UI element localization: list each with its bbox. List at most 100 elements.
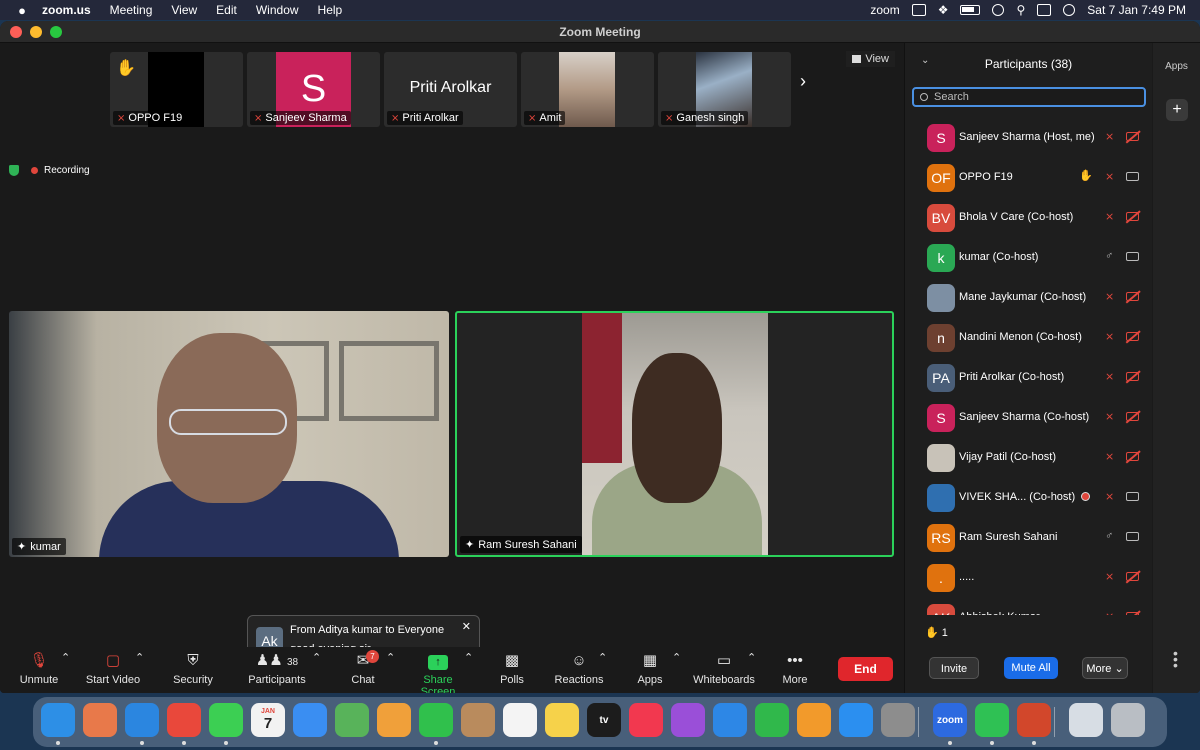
participant-row[interactable]: ...... ⨯ <box>905 558 1153 598</box>
video-icon[interactable] <box>1126 172 1139 181</box>
participant-row[interactable]: AK Abhishek Kumar ⨯ <box>905 598 1153 615</box>
mail-icon[interactable] <box>293 703 327 737</box>
mic-muted-icon[interactable]: ⨯ <box>1105 490 1114 503</box>
add-app-button[interactable]: + <box>1166 99 1188 121</box>
menu-help[interactable]: Help <box>318 3 343 17</box>
thumbnail-tile[interactable]: S ⨯ Sanjeev Sharma <box>247 52 380 127</box>
calendar-icon[interactable]: JAN 7 <box>251 703 285 737</box>
recording-indicator[interactable]: Recording <box>9 165 90 176</box>
video-icon[interactable] <box>1126 492 1139 501</box>
menu-meeting[interactable]: Meeting <box>110 3 153 17</box>
participants-button[interactable]: ♟♟ 38 Participants <box>246 651 308 686</box>
safari-icon[interactable] <box>125 703 159 737</box>
chat-options-caret[interactable]: ⌃ <box>386 651 395 664</box>
participant-row[interactable]: n Nandini Menon (Co-host) ⨯ <box>905 318 1153 358</box>
thumbnail-tile[interactable]: Priti Arolkar ⨯ Priti Arolkar <box>384 52 517 127</box>
apps-options-caret[interactable]: ⌃ <box>672 651 681 664</box>
reactions-options-caret[interactable]: ⌃ <box>598 651 607 664</box>
apple-icon[interactable]: ● <box>14 3 30 18</box>
music-icon[interactable] <box>629 703 663 737</box>
control-center-icon[interactable] <box>1037 4 1052 16</box>
video-off-icon[interactable] <box>1126 332 1139 341</box>
menu-view[interactable]: View <box>171 3 197 17</box>
thumbnail-tile[interactable]: ✋ ⨯ OPPO F19 <box>110 52 243 127</box>
notes-icon[interactable] <box>545 703 579 737</box>
participant-row[interactable]: VIVEK SHA... (Co-host) ⨯ <box>905 478 1153 518</box>
video-off-icon[interactable] <box>1126 292 1139 301</box>
participant-row[interactable]: k kumar (Co-host) ♂ <box>905 238 1153 278</box>
mic-muted-icon[interactable]: ⨯ <box>1105 170 1114 183</box>
share-options-caret[interactable]: ⌃ <box>464 651 473 664</box>
participant-row[interactable]: OF OPPO F19 ✋ ⨯ <box>905 158 1153 198</box>
thumbnail-tile[interactable]: ⨯ Ganesh singh <box>658 52 791 127</box>
numbers-icon[interactable] <box>755 703 789 737</box>
video-off-icon[interactable] <box>1126 372 1139 381</box>
video-off-icon[interactable] <box>1126 132 1139 141</box>
unmute-button[interactable]: 🎙 Unmute <box>18 651 60 686</box>
menu-zoom-status[interactable]: zoom <box>870 3 899 17</box>
apps-tab[interactable]: Apps <box>1153 61 1200 72</box>
close-icon[interactable]: ✕ <box>462 620 471 633</box>
wifi-icon[interactable] <box>992 4 1005 16</box>
whiteboards-options-caret[interactable]: ⌃ <box>747 651 756 664</box>
video-options-caret[interactable]: ⌃ <box>135 651 144 664</box>
finder-icon[interactable] <box>41 703 75 737</box>
participant-list[interactable]: S Sanjeev Sharma (Host, me) ⨯ OF OPPO F19 ✋ ⨯ B… <box>905 118 1153 615</box>
participant-row[interactable]: Mane Jaykumar (Co-host) ⨯ <box>905 278 1153 318</box>
siri-icon[interactable] <box>1063 4 1076 16</box>
vertical-more-icon[interactable]: • • • <box>1173 646 1178 672</box>
bluetooth-icon[interactable]: ❖ <box>938 3 949 17</box>
video-icon[interactable] <box>1126 252 1139 261</box>
apps-button[interactable]: ▦ Apps <box>634 651 666 686</box>
podcasts-icon[interactable] <box>671 703 705 737</box>
chrome-icon[interactable] <box>167 703 201 737</box>
mic-muted-icon[interactable]: ⨯ <box>1105 330 1114 343</box>
messages-icon[interactable] <box>209 703 243 737</box>
powerpoint-icon[interactable] <box>1017 703 1051 737</box>
mic-muted-icon[interactable]: ⨯ <box>1105 570 1114 583</box>
video-off-icon[interactable] <box>1126 452 1139 461</box>
close-window-button[interactable] <box>10 25 22 38</box>
audio-options-caret[interactable]: ⌃ <box>61 651 70 664</box>
polls-button[interactable]: ▩ Polls <box>496 651 528 686</box>
end-meeting-button[interactable]: End <box>838 657 893 681</box>
thumbnail-tile[interactable]: ⨯ Amit <box>521 52 654 127</box>
menu-window[interactable]: Window <box>256 3 299 17</box>
panel-more-button[interactable]: More ⌄ <box>1082 657 1128 679</box>
participant-row[interactable]: Vijay Patil (Co-host) ⨯ <box>905 438 1153 478</box>
pages-icon[interactable] <box>797 703 831 737</box>
reminders-icon[interactable] <box>503 703 537 737</box>
participant-row[interactable]: RS Ram Suresh Sahani ♂ <box>905 518 1153 558</box>
mic-icon[interactable]: ♂ <box>1105 250 1113 262</box>
participant-row[interactable]: BV Bhola V Care (Co-host) ⨯ <box>905 198 1153 238</box>
video-off-icon[interactable] <box>1126 572 1139 581</box>
fullscreen-window-button[interactable] <box>50 25 62 38</box>
mic-muted-icon[interactable]: ⨯ <box>1105 450 1114 463</box>
start-video-button[interactable]: ▢ Start Video <box>84 651 142 686</box>
encryption-shield-icon[interactable] <box>9 165 19 176</box>
battery-icon[interactable] <box>960 5 981 15</box>
screen-mirror-icon[interactable] <box>911 4 926 16</box>
mute-all-button[interactable]: Mute All <box>1004 657 1058 679</box>
view-button[interactable]: View <box>846 51 895 67</box>
apple-tv-icon[interactable]: tv <box>587 703 621 737</box>
menu-datetime[interactable]: Sat 7 Jan 7:49 PM <box>1087 3 1186 17</box>
search-icon[interactable]: ⚲ <box>1016 3 1025 17</box>
more-button[interactable]: ••• More <box>780 651 810 686</box>
system-settings-icon[interactable] <box>881 703 915 737</box>
zoom-icon[interactable]: zoom <box>933 703 967 737</box>
video-tile-ram-suresh-sahani[interactable]: ✦ Ram Suresh Sahani <box>455 311 894 557</box>
video-off-icon[interactable] <box>1126 412 1139 421</box>
participant-search-input[interactable] <box>934 91 1124 103</box>
menu-edit[interactable]: Edit <box>216 3 237 17</box>
photos-icon[interactable] <box>377 703 411 737</box>
security-button[interactable]: ⛨ Security <box>170 651 216 686</box>
maps-icon[interactable] <box>335 703 369 737</box>
app-store-icon[interactable] <box>839 703 873 737</box>
window-preview-icon[interactable] <box>1069 703 1103 737</box>
participants-options-caret[interactable]: ⌃ <box>312 651 321 664</box>
minimize-window-button[interactable] <box>30 25 42 38</box>
mic-muted-icon[interactable]: ⨯ <box>1105 210 1114 223</box>
video-tile-kumar[interactable]: ✦ kumar <box>9 311 449 557</box>
mic-muted-icon[interactable]: ⨯ <box>1105 370 1114 383</box>
